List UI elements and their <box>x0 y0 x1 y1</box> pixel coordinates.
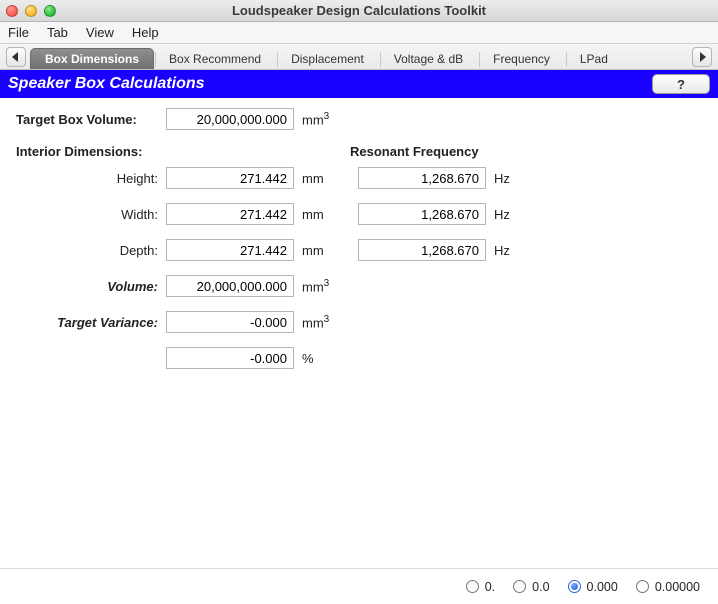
input-target-box-volume[interactable] <box>166 108 294 130</box>
form-area: Target Box Volume: mm3 Interior Dimensio… <box>0 98 718 389</box>
unit-hz-width: Hz <box>494 207 532 222</box>
unit-mm3: mm3 <box>302 111 340 127</box>
tab-scroll-left[interactable] <box>6 47 26 67</box>
chevron-left-icon <box>12 52 20 62</box>
precision-bar: 0. 0.0 0.000 0.00000 <box>0 568 718 604</box>
menu-view[interactable]: View <box>86 25 114 40</box>
tab-box-dimensions[interactable]: Box Dimensions <box>30 48 154 69</box>
window-title: Loudspeaker Design Calculations Toolkit <box>0 3 718 18</box>
precision-label-3: 0.00000 <box>655 580 700 594</box>
input-volume[interactable] <box>166 275 294 297</box>
precision-label-1: 0.0 <box>532 580 549 594</box>
window-titlebar: Loudspeaker Design Calculations Toolkit <box>0 0 718 22</box>
radio-icon <box>513 580 526 593</box>
unit-mm-width: mm <box>302 207 340 222</box>
precision-option-2[interactable]: 0.000 <box>568 580 618 594</box>
input-target-variance[interactable] <box>166 311 294 333</box>
tab-scroll-right[interactable] <box>692 47 712 67</box>
label-volume: Volume: <box>16 279 166 294</box>
minimize-icon[interactable] <box>25 5 37 17</box>
menu-help[interactable]: Help <box>132 25 159 40</box>
chevron-right-icon <box>698 52 706 62</box>
unit-hz-height: Hz <box>494 171 532 186</box>
precision-radio-group: 0. 0.0 0.000 0.00000 <box>466 580 700 594</box>
precision-option-3[interactable]: 0.00000 <box>636 580 700 594</box>
menu-tab[interactable]: Tab <box>47 25 68 40</box>
input-width[interactable] <box>166 203 294 225</box>
precision-label-0: 0. <box>485 580 495 594</box>
tab-lpad[interactable]: LPad <box>565 48 623 69</box>
tab-box-recommend[interactable]: Box Recommend <box>154 48 276 69</box>
label-resonant-frequency: Resonant Frequency <box>350 144 479 159</box>
input-freq-depth[interactable] <box>358 239 486 261</box>
unit-pct: % <box>302 351 340 366</box>
unit-hz-depth: Hz <box>494 243 532 258</box>
input-freq-height[interactable] <box>358 167 486 189</box>
tab-frequency[interactable]: Frequency <box>478 48 565 69</box>
precision-option-1[interactable]: 0.0 <box>513 580 549 594</box>
radio-icon <box>636 580 649 593</box>
section-header: Speaker Box Calculations ? <box>0 70 718 98</box>
zoom-icon[interactable] <box>44 5 56 17</box>
unit-mm-depth: mm <box>302 243 340 258</box>
tab-voltage-db[interactable]: Voltage & dB <box>379 48 478 69</box>
unit-mm3-variance: mm3 <box>302 314 340 330</box>
input-target-variance-pct[interactable] <box>166 347 294 369</box>
tabstrip: Box Dimensions Box Recommend Displacemen… <box>0 44 718 70</box>
section-title: Speaker Box Calculations <box>8 75 205 93</box>
label-target-variance: Target Variance: <box>16 315 166 330</box>
label-interior-dimensions: Interior Dimensions: <box>16 144 350 159</box>
label-width: Width: <box>16 207 166 222</box>
unit-mm3-volume: mm3 <box>302 278 340 294</box>
input-height[interactable] <box>166 167 294 189</box>
content-area: Speaker Box Calculations ? Target Box Vo… <box>0 70 718 604</box>
radio-icon <box>466 580 479 593</box>
menubar: File Tab View Help <box>0 22 718 44</box>
close-icon[interactable] <box>6 5 18 17</box>
unit-mm-height: mm <box>302 171 340 186</box>
window-controls <box>6 5 56 17</box>
input-depth[interactable] <box>166 239 294 261</box>
label-depth: Depth: <box>16 243 166 258</box>
label-height: Height: <box>16 171 166 186</box>
precision-option-0[interactable]: 0. <box>466 580 495 594</box>
help-button[interactable]: ? <box>652 74 710 94</box>
menu-file[interactable]: File <box>8 25 29 40</box>
label-target-box-volume: Target Box Volume: <box>16 112 166 127</box>
radio-icon <box>568 580 581 593</box>
tab-displacement[interactable]: Displacement <box>276 48 379 69</box>
precision-label-2: 0.000 <box>587 580 618 594</box>
input-freq-width[interactable] <box>358 203 486 225</box>
